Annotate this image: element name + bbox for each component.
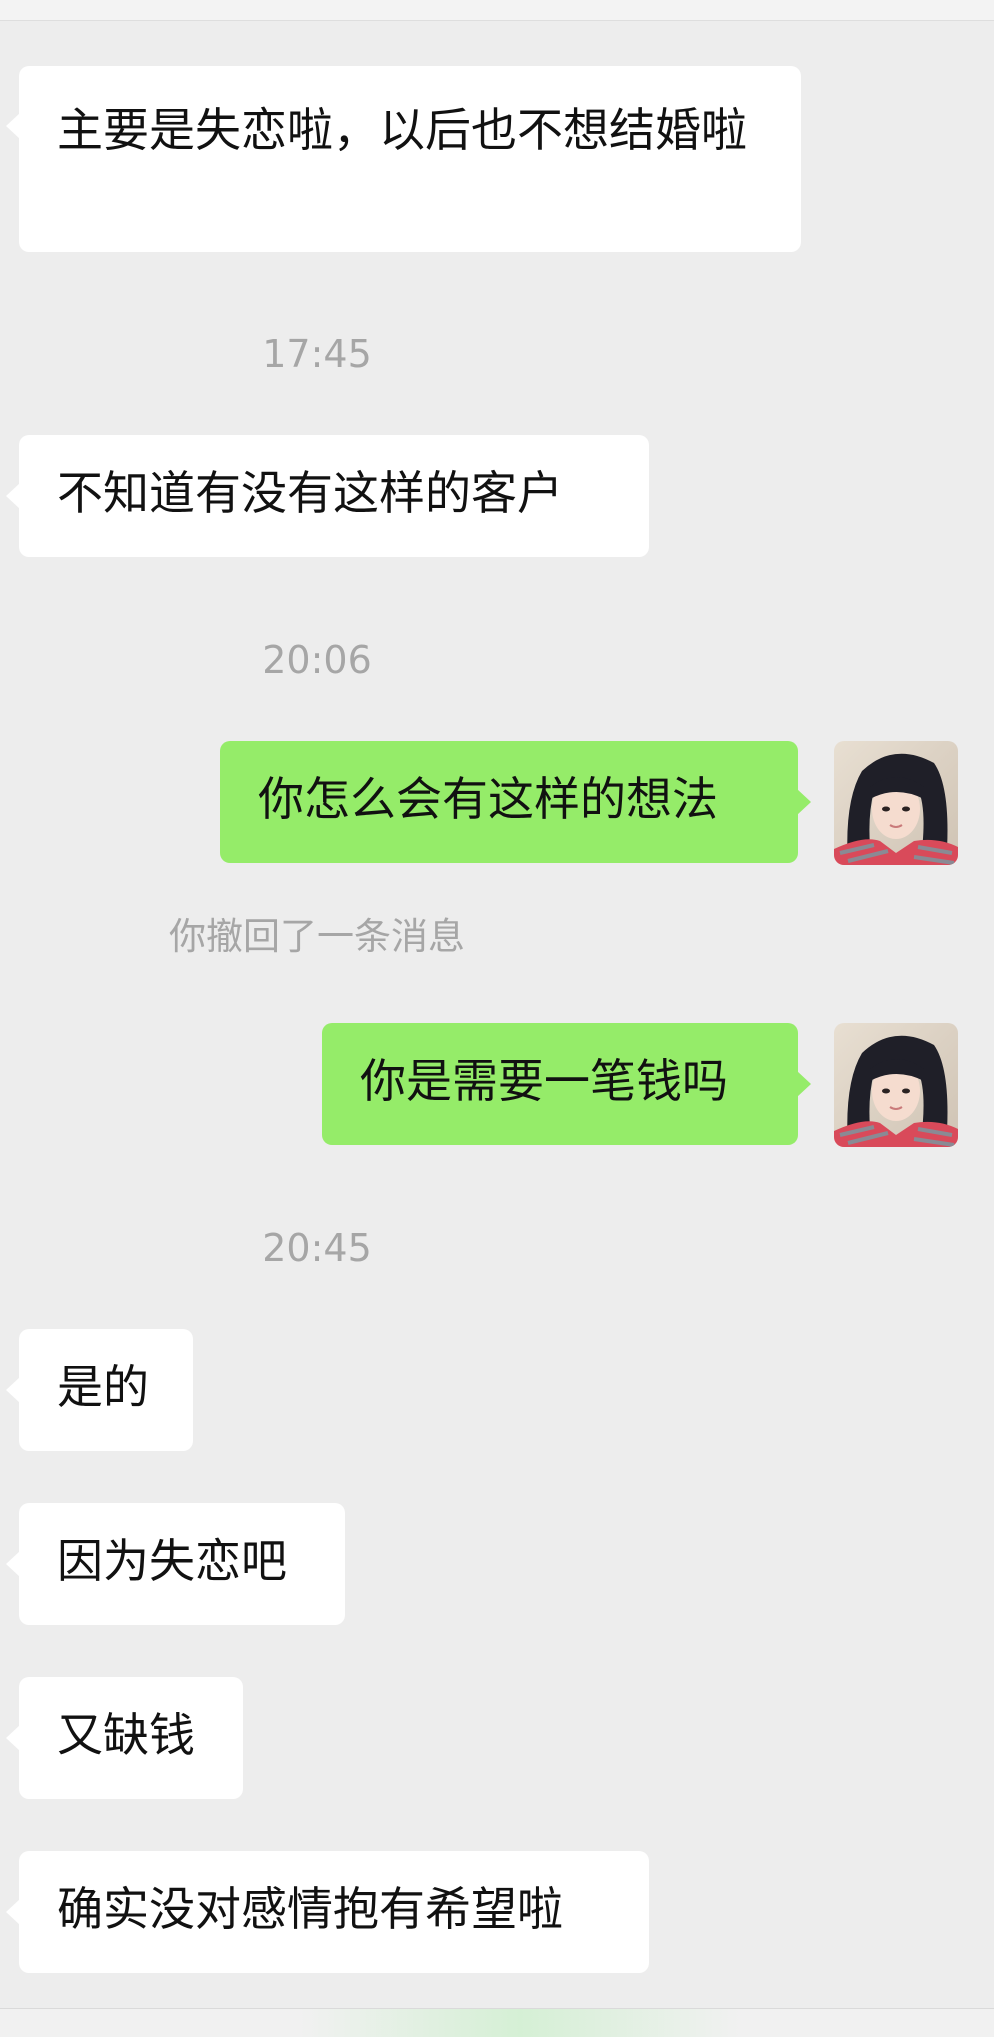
received-message-bubble[interactable]: 不知道有没有这样的客户 xyxy=(6,435,649,557)
received-message-bubble[interactable]: 主要是失恋啦，以后也不想结婚啦 xyxy=(6,66,801,252)
message-text: 主要是失恋啦，以后也不想结婚啦 xyxy=(57,103,747,157)
self-avatar[interactable] xyxy=(834,741,958,865)
received-message-bubble[interactable]: 又缺钱 xyxy=(6,1677,243,1799)
timestamp: 20:06 xyxy=(262,638,372,682)
self-avatar[interactable] xyxy=(834,1023,958,1147)
message-text: 不知道有没有这样的客户 xyxy=(57,466,563,520)
message-text: 你怎么会有这样的想法 xyxy=(258,772,718,826)
received-message-bubble[interactable]: 因为失恋吧 xyxy=(6,1503,345,1625)
timestamp: 20:45 xyxy=(262,1226,372,1270)
recall-notice: 你撤回了一条消息 xyxy=(169,915,465,958)
sent-message-bubble[interactable]: 你怎么会有这样的想法 xyxy=(220,741,811,863)
avatar-photo-icon xyxy=(834,1023,958,1147)
message-text: 确实没对感情抱有希望啦 xyxy=(57,1882,563,1936)
timestamp: 17:45 xyxy=(262,332,372,376)
top-edge xyxy=(0,0,994,21)
received-message-bubble[interactable]: 确实没对感情抱有希望啦 xyxy=(6,1851,649,1973)
message-text: 因为失恋吧 xyxy=(57,1534,287,1588)
sent-message-bubble[interactable]: 你是需要一笔钱吗 xyxy=(322,1023,811,1145)
avatar-photo-icon xyxy=(834,741,958,865)
message-text: 是的 xyxy=(57,1360,149,1414)
message-text: 又缺钱 xyxy=(57,1708,195,1762)
received-message-bubble[interactable]: 是的 xyxy=(6,1329,193,1451)
message-text: 你是需要一笔钱吗 xyxy=(360,1054,728,1108)
bottom-input-edge xyxy=(0,2008,994,2037)
